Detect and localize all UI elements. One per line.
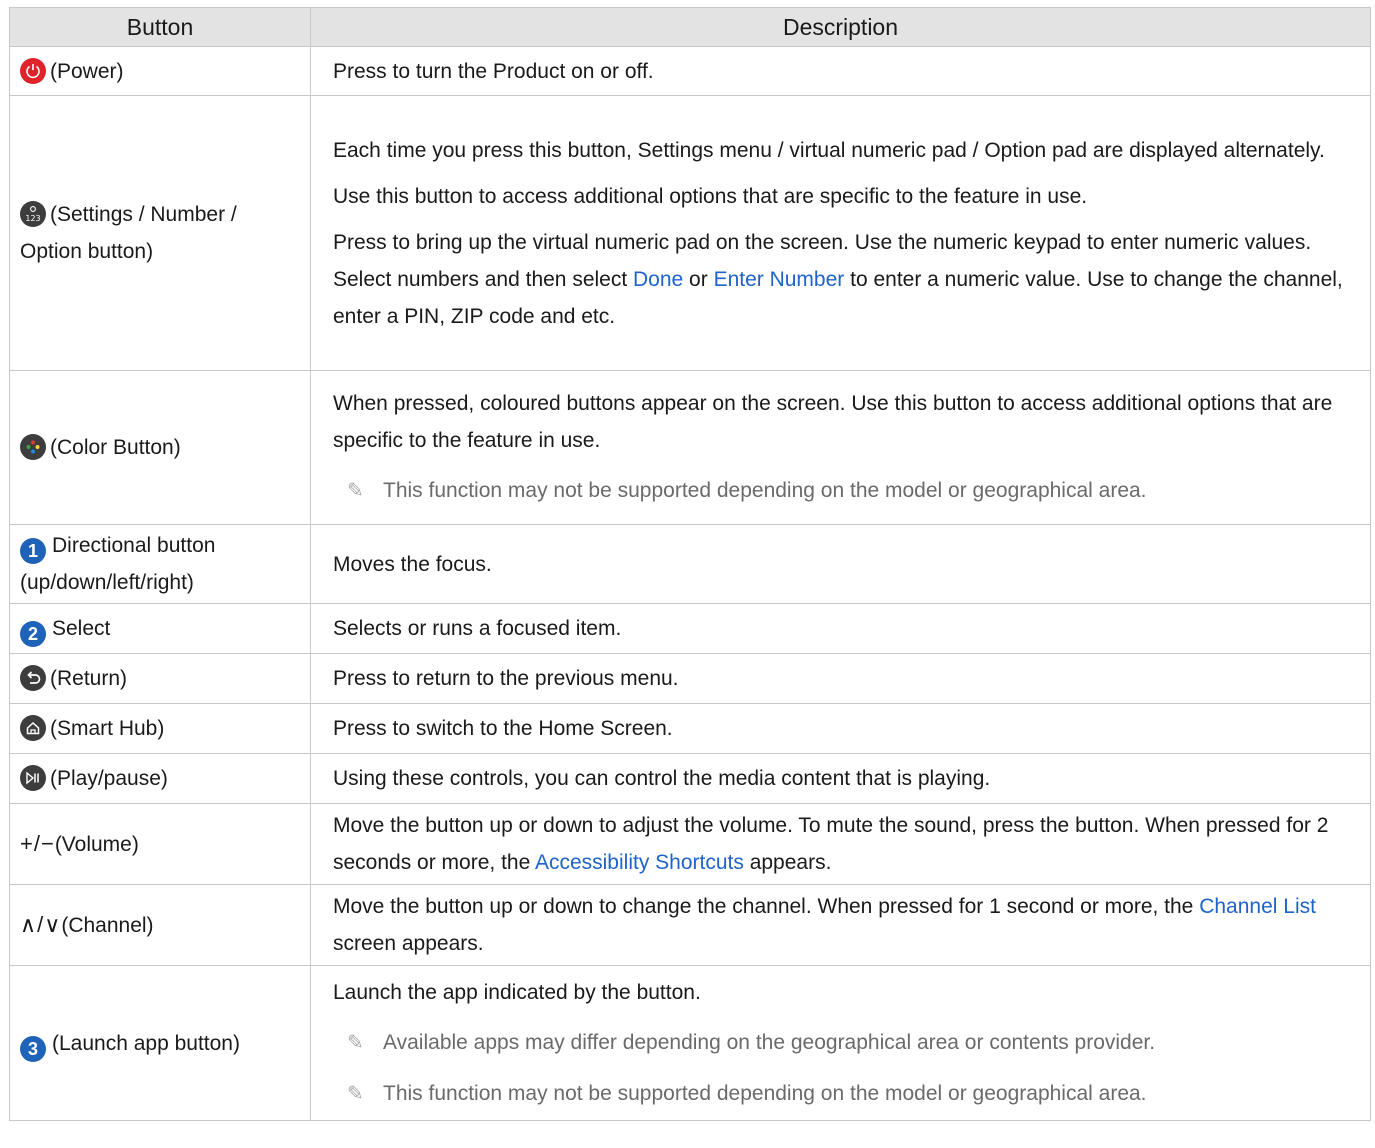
description-cell: Move the button up or down to change the… xyxy=(310,884,1371,966)
play-pause-icon xyxy=(20,765,46,791)
table-row: 2 Select Selects or runs a focused item. xyxy=(9,603,1371,654)
text-segment: Move the button up or down to change the… xyxy=(333,895,1200,918)
button-cell: ∧/∨(Channel) xyxy=(9,884,311,966)
table-row: 3 (Launch app button) Launch the app indi… xyxy=(9,965,1371,1121)
description-cell: Selects or runs a focused item. xyxy=(310,603,1371,654)
note: ✎ This function may not be supported depe… xyxy=(333,472,1350,510)
table-row: (Return) Press to return to the previous… xyxy=(9,653,1371,704)
button-cell: (Color Button) xyxy=(9,370,311,525)
pencil-note-icon: ✎ xyxy=(347,480,364,502)
channel-symbol: ∧/∨ xyxy=(20,912,62,937)
note: ✎ Available apps may differ depending on … xyxy=(333,1024,1350,1062)
number-badge-3: 3 xyxy=(20,1035,46,1062)
description-cell: Move the button up or down to adjust the… xyxy=(310,803,1371,885)
description-paragraph: Use this button to access additional opt… xyxy=(333,184,1088,208)
text-segment: appears. xyxy=(743,851,832,874)
accessibility-shortcuts-link[interactable]: Accessibility Shortcuts xyxy=(535,851,744,874)
button-cell: 1 Directional button (up/down/left/right) xyxy=(9,524,311,604)
button-cell: 123 (Settings / Number / Option button) xyxy=(9,95,311,371)
header-description: Description xyxy=(310,7,1371,47)
button-label: Directional button (up/down/left/right) xyxy=(20,534,216,594)
button-label: (Launch app button) xyxy=(52,1031,240,1055)
table-row: +/−(Volume) Move the button up or down t… xyxy=(9,803,1371,885)
button-label: (Color Button) xyxy=(50,436,181,459)
note-text: Available apps may differ depending on t… xyxy=(383,1030,1156,1054)
table-row: 123 (Settings / Number / Option button) … xyxy=(9,95,1371,371)
description-cell: Moves the focus. xyxy=(310,524,1371,604)
description-paragraph: Launch the app indicated by the button. xyxy=(333,980,701,1004)
remote-buttons-table: Button Description (Power) Press to turn… xyxy=(9,7,1371,1121)
settings-number-icon: 123 xyxy=(20,201,46,227)
table-row: 1 Directional button (up/down/left/right)… xyxy=(9,524,1371,604)
description-cell: Launch the app indicated by the button. … xyxy=(310,965,1371,1121)
button-cell: 3 (Launch app button) xyxy=(9,965,311,1121)
button-label: (Return) xyxy=(50,667,128,690)
return-icon xyxy=(20,665,46,691)
button-label: (Power) xyxy=(50,59,124,83)
svg-text:123: 123 xyxy=(25,214,40,223)
description-paragraph: Press to bring up the virtual numeric pa… xyxy=(333,224,1350,335)
table-row: (Color Button) When pressed, coloured bu… xyxy=(9,370,1371,525)
description-cell: Each time you press this button, Setting… xyxy=(310,95,1371,371)
text-segment: or xyxy=(683,267,714,291)
channel-list-link[interactable]: Channel List xyxy=(1199,895,1316,918)
home-icon xyxy=(20,715,46,741)
button-label: (Channel) xyxy=(61,914,154,937)
number-badge-1: 1 xyxy=(20,538,46,564)
button-cell: (Power) xyxy=(9,46,311,96)
note-text: This function may not be supported depen… xyxy=(383,1081,1147,1105)
number-badge-2: 2 xyxy=(20,621,46,647)
button-label: (Settings / Number / Option button) xyxy=(20,203,237,263)
description-cell: Press to switch to the Home Screen. xyxy=(310,703,1371,754)
power-icon xyxy=(20,57,46,84)
table-row: ∧/∨(Channel) Move the button up or down … xyxy=(9,884,1371,966)
color-button-icon xyxy=(20,434,46,460)
button-cell: 2 Select xyxy=(9,603,311,654)
button-cell: (Smart Hub) xyxy=(9,703,311,754)
note-text: This function may not be supported depen… xyxy=(383,479,1147,502)
description-cell: Using these controls, you can control th… xyxy=(310,753,1371,804)
button-cell: (Play/pause) xyxy=(9,753,311,804)
button-label: Select xyxy=(52,617,111,640)
done-link[interactable]: Done xyxy=(633,268,683,291)
enter-number-link[interactable]: Enter Number xyxy=(714,268,845,291)
button-label: (Volume) xyxy=(54,833,139,856)
button-cell: +/−(Volume) xyxy=(9,803,311,885)
description-paragraph: Each time you press this button, Setting… xyxy=(333,138,1325,162)
table-row: (Smart Hub) Press to switch to the Home … xyxy=(9,703,1371,754)
volume-symbol: +/− xyxy=(20,831,55,856)
button-label: (Play/pause) xyxy=(50,767,168,790)
pencil-note-icon: ✎ xyxy=(347,1082,364,1105)
button-label: (Smart Hub) xyxy=(50,717,165,740)
description-cell: Press to return to the previous menu. xyxy=(310,653,1371,704)
description-cell: Press to turn the Product on or off. xyxy=(310,46,1371,96)
description-paragraph: When pressed, coloured buttons appear on… xyxy=(333,392,1333,452)
button-cell: (Return) xyxy=(9,653,311,704)
text-segment: screen appears. xyxy=(333,932,484,955)
table-row: (Power) Press to turn the Product on or … xyxy=(9,46,1371,96)
table-row: (Play/pause) Using these controls, you c… xyxy=(9,753,1371,804)
header-button: Button xyxy=(9,7,311,47)
description-cell: When pressed, coloured buttons appear on… xyxy=(310,370,1371,525)
note: ✎ This function may not be supported depe… xyxy=(333,1075,1350,1113)
pencil-note-icon: ✎ xyxy=(347,1031,364,1054)
table-header-row: Button Description xyxy=(9,7,1371,47)
